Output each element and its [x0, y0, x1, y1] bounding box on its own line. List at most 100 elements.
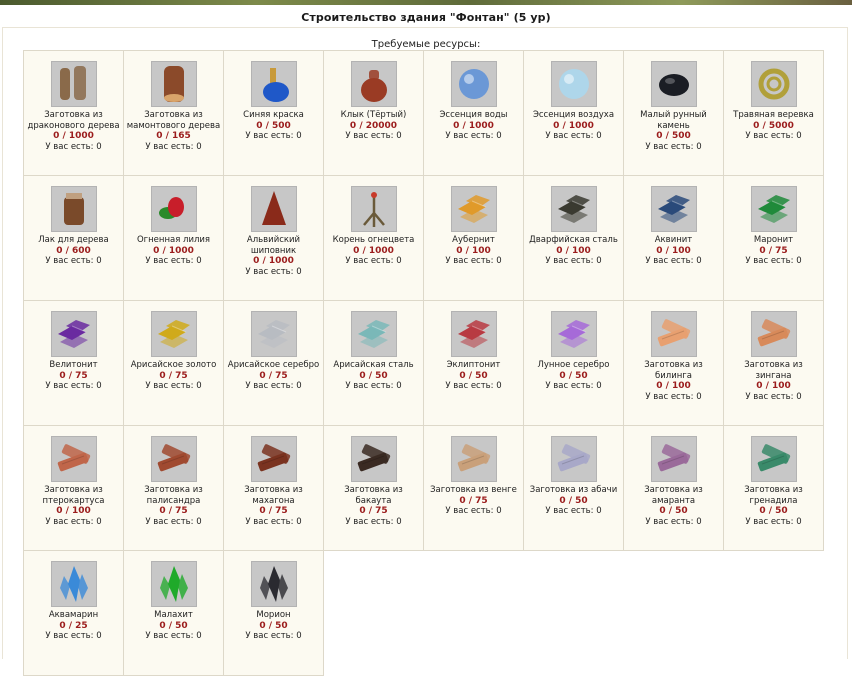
resource-quantity: 0 / 600 [56, 245, 91, 256]
resource-quantity: 0 / 1000 [353, 245, 394, 256]
resource-quantity: 0 / 165 [156, 131, 191, 141]
resource-name: Заготовка из венге [430, 485, 517, 495]
resource-name: Эклиптонит [446, 360, 501, 370]
plank-icon [350, 436, 397, 482]
rope-icon [750, 61, 797, 107]
resource-quantity: 0 / 75 [59, 370, 88, 381]
resource-owned: У вас есть: 0 [545, 506, 602, 516]
resource-cell: Заготовка из билинга 0 / 100 У вас есть: 0 [624, 301, 724, 426]
resource-cell: Аквинит 0 / 100 У вас есть: 0 [624, 176, 724, 301]
ingot-icon [150, 311, 197, 357]
resource-owned: У вас есть: 0 [545, 381, 602, 391]
resource-name: Дварфийская сталь [529, 235, 618, 245]
resource-quantity: 0 / 20000 [349, 120, 398, 131]
resource-owned: У вас есть: 0 [645, 141, 702, 152]
resource-name: Заготовка из амаранта [644, 485, 703, 506]
ingot-icon [450, 311, 497, 357]
resource-quantity: 0 / 75 [259, 506, 288, 516]
varnish-jar-icon [50, 186, 97, 232]
resource-owned: У вас есть: 0 [345, 256, 402, 266]
air-essence-icon [550, 61, 597, 107]
resource-quantity: 0 / 50 [459, 370, 488, 381]
resource-cell: Велитонит 0 / 75 У вас есть: 0 [24, 301, 124, 426]
resource-owned: У вас есть: 0 [145, 256, 202, 266]
resource-name: Малахит [154, 610, 193, 620]
resource-cell: Заготовка из амаранта 0 / 50 У вас есть: 0 [624, 426, 724, 551]
ingot-icon [550, 186, 597, 232]
plank-icon [750, 311, 797, 357]
resource-owned: У вас есть: 0 [345, 381, 402, 391]
resource-name: Альвийский шиповник [246, 235, 301, 256]
page-title: Строительство здания "Фонтан" (5 ур) [301, 11, 551, 24]
resource-name: Эссенция воздуха [532, 110, 615, 120]
resource-quantity: 0 / 100 [56, 506, 91, 516]
resource-owned: У вас есть: 0 [545, 256, 602, 266]
resource-owned: У вас есть: 0 [145, 141, 202, 152]
resource-name: Морион [256, 610, 291, 620]
resource-owned: У вас есть: 0 [45, 631, 102, 641]
resource-name: Огненная лилия [136, 235, 211, 245]
rune-stone-icon [650, 61, 697, 107]
resource-owned: У вас есть: 0 [145, 381, 202, 391]
resource-quantity: 0 / 50 [259, 620, 288, 631]
resource-cell: Синяя краска 0 / 500 У вас есть: 0 [224, 51, 324, 176]
resource-cell: Заготовка из палисандра 0 / 75 У вас есть:… [124, 426, 224, 551]
resource-quantity: 0 / 50 [559, 370, 588, 381]
resource-cell: Эссенция воздуха 0 / 1000 У вас есть: 0 [524, 51, 624, 176]
resource-quantity: 0 / 100 [656, 381, 691, 391]
ingot-icon [650, 186, 697, 232]
plank-icon [750, 436, 797, 482]
resource-name: Арисайская сталь [333, 360, 414, 370]
resource-name: Заготовка из абачи [529, 485, 618, 495]
ingot-icon [450, 186, 497, 232]
resource-owned: У вас есть: 0 [445, 131, 502, 141]
plank-icon [650, 311, 697, 357]
resource-owned: У вас есть: 0 [445, 381, 502, 391]
crystal-icon [250, 561, 297, 607]
resource-cell: Заготовка из птерокартуса 0 / 100 У вас ес… [24, 426, 124, 551]
resource-quantity: 0 / 75 [459, 495, 488, 506]
resource-owned: У вас есть: 0 [145, 631, 202, 641]
resource-quantity: 0 / 1000 [553, 120, 594, 131]
resource-owned: У вас есть: 0 [245, 266, 302, 277]
plank-icon [550, 436, 597, 482]
resource-owned: У вас есть: 0 [445, 256, 502, 266]
briar-icon [250, 186, 297, 232]
resource-quantity: 0 / 50 [159, 620, 188, 631]
resource-owned: У вас есть: 0 [645, 256, 702, 266]
pouch-icon [350, 61, 397, 107]
resource-quantity: 0 / 1000 [153, 245, 194, 256]
resource-cell: Травяная веревка 0 / 5000 У вас есть: 0 [724, 51, 824, 176]
resource-cell: Заготовка из мамонтового дерева 0 / 165 У … [124, 51, 224, 176]
resource-quantity: 0 / 1000 [253, 256, 294, 266]
plank-icon [650, 436, 697, 482]
resource-owned: У вас есть: 0 [745, 516, 802, 527]
resource-cell: Заготовка из зингана 0 / 100 У вас есть: 0 [724, 301, 824, 426]
resource-quantity: 0 / 100 [556, 245, 591, 256]
resource-cell: Заготовка из венге 0 / 75 У вас есть: 0 [424, 426, 524, 551]
resource-owned: У вас есть: 0 [245, 381, 302, 391]
resource-quantity: 0 / 100 [456, 245, 491, 256]
ingot-icon [50, 311, 97, 357]
resource-name: Заготовка из бакаута [344, 485, 403, 506]
resource-quantity: 0 / 50 [759, 506, 788, 516]
resource-owned: У вас есть: 0 [345, 131, 402, 141]
ingot-icon [250, 311, 297, 357]
resource-cell: Огненная лилия 0 / 1000 У вас есть: 0 [124, 176, 224, 301]
resource-cell: Эклиптонит 0 / 50 У вас есть: 0 [424, 301, 524, 426]
resource-owned: У вас есть: 0 [645, 391, 702, 402]
resource-name: Заготовка из зингана [744, 360, 803, 381]
resource-cell: Дварфийская сталь 0 / 100 У вас есть: 0 [524, 176, 624, 301]
resource-name: Корень огнецвета [332, 235, 415, 245]
ingot-icon [550, 311, 597, 357]
resource-quantity: 0 / 1000 [453, 120, 494, 131]
resource-name: Травяная веревка [733, 110, 814, 120]
resource-cell: Заготовка из драконового дерева 0 / 1000 У… [24, 51, 124, 176]
resource-quantity: 0 / 500 [256, 120, 291, 131]
crystal-icon [150, 561, 197, 607]
resource-name: Заготовка из мамонтового дерева [126, 110, 221, 131]
resource-quantity: 0 / 100 [756, 381, 791, 391]
resource-quantity: 0 / 50 [559, 495, 588, 506]
resource-name: Синяя краска [243, 110, 304, 120]
resource-cell: Малахит 0 / 50 У вас есть: 0 [124, 551, 224, 676]
